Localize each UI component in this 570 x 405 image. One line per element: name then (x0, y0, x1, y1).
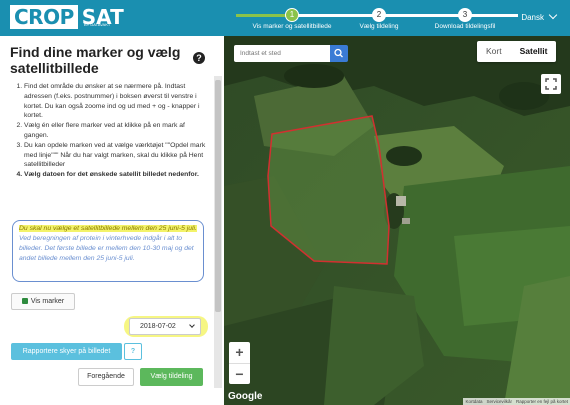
chevron-down-icon[interactable] (548, 10, 558, 20)
field-icon (21, 298, 28, 304)
show-fields-button[interactable]: Vis marker (11, 293, 75, 310)
search-button[interactable] (330, 45, 348, 62)
select-allocation-button[interactable]: Vælg tildeling (140, 368, 203, 386)
previous-button[interactable]: Foregående (78, 368, 134, 386)
question-icon[interactable]: ? (193, 52, 205, 64)
satellite-imagery (224, 36, 570, 405)
step-2-circle[interactable]: 2 (372, 8, 386, 22)
search-icon (334, 48, 343, 58)
chevron-down-icon (189, 322, 195, 328)
sidebar-panel: Find dine marker og vælg satellitbillede… (0, 36, 224, 405)
report-help-button[interactable]: ? (124, 343, 142, 360)
google-logo: Google (228, 391, 263, 402)
progress-line-done (236, 14, 292, 17)
satellite-map[interactable]: Kort Satellit + − Google Kortdata Servic… (224, 36, 570, 405)
info-highlight: Du skal nu vælge et satellitbillede mell… (19, 225, 197, 232)
terms-link[interactable]: Servicevilkår (486, 398, 512, 405)
language-selector[interactable]: Dansk (521, 13, 544, 22)
info-box: Du skal nu vælge et satellitbillede mell… (12, 220, 204, 282)
instructions: Find det område du ønsker at se nærmere … (14, 82, 210, 180)
top-bar: CROP SAT BY DATAVAKT 1 2 3 Vis marker og… (0, 0, 570, 36)
progress-line-pending (292, 14, 518, 17)
date-select[interactable]: 2018-07-02 (129, 318, 201, 335)
logo-main: CROP (10, 5, 78, 29)
map-type-satellite[interactable]: Satellit (511, 41, 557, 62)
zoom-out-button[interactable]: − (229, 363, 250, 384)
date-value: 2018-07-02 (140, 323, 176, 330)
instruction-step: Du kan opdele marken ved at vælge værktø… (24, 141, 210, 170)
step-1-label: Vis marker og satellitbillede (252, 23, 332, 30)
step-3-label: Download tildelingsfil (434, 23, 496, 30)
zoom-control: + − (229, 342, 250, 384)
info-text: Ved beregningen af protein i vinterhvede… (19, 235, 194, 262)
report-clouds-button[interactable]: Rapportere skyer på billedet (11, 343, 122, 360)
scrollbar-thumb[interactable] (215, 80, 221, 312)
step-3-circle[interactable]: 3 (458, 8, 472, 22)
map-type-map[interactable]: Kort (477, 41, 511, 62)
logo-subtitle: BY DATAVAKT (84, 22, 111, 27)
instruction-step: Vælg én eller flere marker ved at klikke… (24, 121, 210, 141)
fullscreen-button[interactable] (541, 74, 561, 94)
report-error-link[interactable]: Rapporter en fejl på kortet (516, 398, 568, 405)
step-1-circle[interactable]: 1 (285, 8, 299, 22)
map-attribution: Kortdata Servicevilkår Rapporter en fejl… (463, 398, 570, 405)
zoom-in-button[interactable]: + (229, 342, 250, 363)
step-2-label: Vælg tildeling (359, 23, 399, 30)
instruction-step: Find det område du ønsker at se nærmere … (24, 82, 210, 121)
fullscreen-icon (545, 78, 557, 90)
map-data-link[interactable]: Kortdata (465, 398, 482, 405)
show-fields-label: Vis marker (30, 298, 65, 305)
map-type-toggle: Kort Satellit (477, 41, 557, 62)
page-title: Find dine marker og vælg satellitbillede (10, 44, 181, 76)
place-search-input[interactable] (234, 45, 330, 62)
instruction-step: Vælg datoen for det ønskede satellit bil… (24, 170, 210, 180)
